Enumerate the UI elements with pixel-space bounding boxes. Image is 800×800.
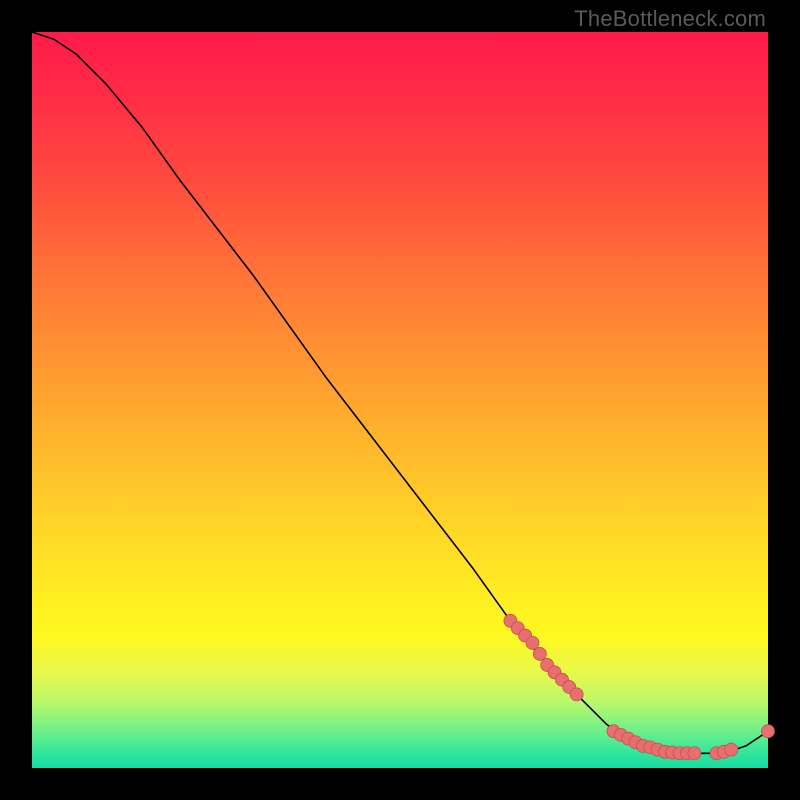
data-marker: [526, 636, 539, 649]
data-marker: [533, 647, 546, 660]
data-markers: [504, 614, 775, 759]
chart-frame: TheBottleneck.com: [0, 0, 800, 800]
plot-area: [32, 32, 768, 768]
watermark-text: TheBottleneck.com: [574, 6, 766, 32]
chart-svg: [32, 32, 768, 768]
data-marker: [570, 688, 583, 701]
data-marker: [762, 725, 775, 738]
bottleneck-curve: [32, 32, 768, 753]
data-marker: [725, 743, 738, 756]
data-marker: [688, 747, 701, 760]
